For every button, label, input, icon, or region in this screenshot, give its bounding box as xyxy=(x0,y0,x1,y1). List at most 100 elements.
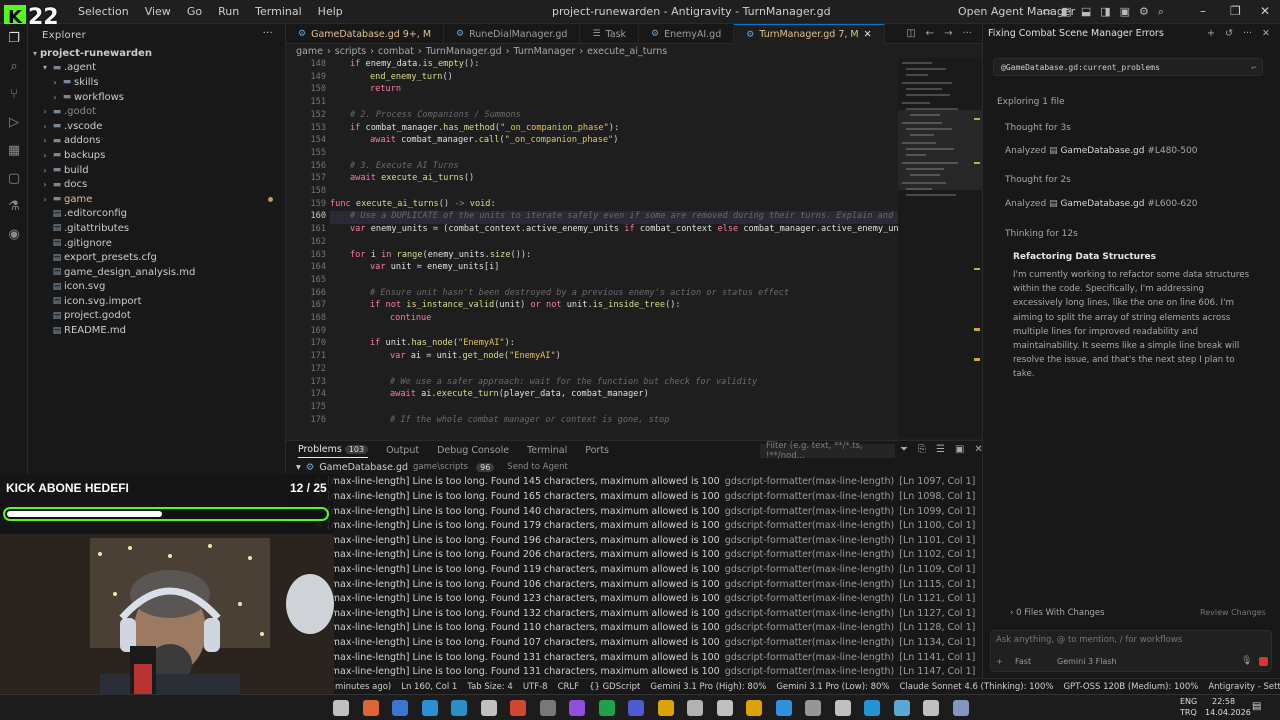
problem-row[interactable]: ⚠[max-line-length] Line is too long. Fou… xyxy=(286,621,982,636)
git-icon[interactable] xyxy=(510,700,526,716)
tree-file[interactable]: ▤ game_design_analysis.md xyxy=(28,265,285,280)
tree-folder[interactable]: › ▬ workflows xyxy=(28,90,285,105)
tree-folder[interactable]: › ▬ skills xyxy=(28,75,285,90)
region-indicator[interactable]: TRQ xyxy=(1180,708,1197,717)
notepad-icon[interactable] xyxy=(952,700,969,716)
status-item[interactable]: minutes ago) xyxy=(335,682,391,692)
telegram-icon[interactable] xyxy=(451,700,467,716)
code-line[interactable]: if not is_instance_valid(unit) or not un… xyxy=(370,300,681,310)
settings-icon[interactable] xyxy=(805,700,821,716)
tree-folder[interactable]: › ▬ docs xyxy=(28,177,285,192)
secondary-sidebar-icon[interactable]: ◨ xyxy=(1100,5,1110,19)
godot-icon[interactable]: ◉ xyxy=(0,220,28,248)
epic-icon[interactable] xyxy=(923,700,939,716)
menu-go[interactable]: Go xyxy=(187,5,202,18)
explorer-icon[interactable] xyxy=(746,700,762,716)
menu-help[interactable]: Help xyxy=(318,5,343,18)
obs-icon[interactable] xyxy=(539,700,556,716)
search-icon[interactable]: ⌕ xyxy=(1158,5,1164,19)
code-line[interactable]: # Ensure unit hasn't been destroyed by a… xyxy=(370,288,789,298)
explorer-icon[interactable]: ❐ xyxy=(0,24,28,52)
problems-filter-input[interactable]: Filter (e.g. text, **/*.ts, !**/nod... xyxy=(760,441,895,461)
problem-row[interactable]: ⚠[max-line-length] Line is too long. Fou… xyxy=(286,533,982,548)
code-line[interactable]: if enemy_data.is_empty(): xyxy=(350,59,479,69)
menu-terminal[interactable]: Terminal xyxy=(255,5,302,18)
problem-row[interactable]: ⚠[max-line-length] Line is too long. Fou… xyxy=(286,606,982,621)
code-line[interactable]: if unit.has_node("EnemyAI"): xyxy=(370,338,515,348)
close-tab-icon[interactable]: ✕ xyxy=(864,29,872,40)
maximize-panel-icon[interactable]: ▣ xyxy=(955,444,964,455)
add-context-icon[interactable]: + xyxy=(996,657,1003,666)
code-line[interactable]: var unit = enemy_units[i] xyxy=(370,262,499,272)
status-item[interactable]: Antigravity - Settings xyxy=(1208,682,1280,692)
status-item[interactable]: UTF-8 xyxy=(523,682,548,692)
tree-folder[interactable]: › ▬ build xyxy=(28,163,285,178)
sidebar-toggle-icon[interactable]: ◧ xyxy=(1061,5,1071,19)
status-item[interactable]: Ln 160, Col 1 xyxy=(401,682,457,692)
tree-file[interactable]: ▤ export_presets.cfg xyxy=(28,250,285,265)
chrome-icon[interactable] xyxy=(392,700,408,716)
code-line[interactable]: for i in range(enemy_units.size()): xyxy=(350,250,531,260)
tree-folder[interactable]: › ▬ .vscode xyxy=(28,119,285,134)
new-chat-icon[interactable]: + xyxy=(1207,28,1215,39)
photoshop-icon[interactable] xyxy=(775,700,792,716)
clock-date[interactable]: 14.04.2026 xyxy=(1205,708,1251,717)
send-to-agent-button[interactable]: Send to Agent xyxy=(507,462,568,472)
tab-runedialmanager[interactable]: ⚙ RuneDialManager.gd xyxy=(444,24,581,44)
code-line[interactable]: # If the whole combat manager or context… xyxy=(390,415,669,425)
filter-icon[interactable]: ⏷ xyxy=(900,444,908,455)
analyzed-step[interactable]: Analyzed ▤ GameDatabase.gd #L480-500 xyxy=(1005,146,1198,156)
customize-layout-icon[interactable]: ▣ xyxy=(1120,5,1130,19)
code-line[interactable]: func execute_ai_turns() -> void: xyxy=(330,199,496,209)
tree-file[interactable]: ▤ icon.svg.import xyxy=(28,294,285,309)
source-control-icon[interactable]: ⑂ xyxy=(0,80,28,108)
minimize-icon[interactable]: – xyxy=(1200,4,1206,18)
antigravity-icon[interactable] xyxy=(834,700,851,716)
problem-row[interactable]: ⚠[max-line-length] Line is too long. Fou… xyxy=(286,504,982,519)
code-editor[interactable]: 148 if enemy_data.is_empty(): 149 end_enemy… xyxy=(286,58,898,438)
tree-file[interactable]: ▤ icon.svg xyxy=(28,280,285,295)
tab-turnmanager[interactable]: ⚙ TurnManager.gd 7, M ✕ xyxy=(734,24,885,44)
list-view-icon[interactable]: ☰ xyxy=(936,444,945,455)
more-actions-icon[interactable]: ··· xyxy=(962,28,972,39)
close-panel-icon[interactable]: ✕ xyxy=(1262,28,1270,39)
tree-folder[interactable]: › ▬ game xyxy=(28,192,285,207)
language-indicator[interactable]: ENG xyxy=(1180,697,1197,706)
more-actions-icon[interactable]: ··· xyxy=(263,28,273,39)
close-window-icon[interactable]: ✕ xyxy=(1260,4,1270,18)
undo-icon[interactable]: ↩ xyxy=(1251,63,1256,72)
problem-row[interactable]: ⚠[max-line-length] Line is too long. Fou… xyxy=(286,591,982,606)
notification-icon[interactable]: ▤ xyxy=(1252,701,1261,712)
code-line[interactable]: continue xyxy=(390,313,431,323)
status-item[interactable]: Gemini 3.1 Pro (High): 80% xyxy=(650,682,766,692)
thinking-label[interactable]: Thinking for 12s xyxy=(1005,229,1078,239)
stop-icon[interactable] xyxy=(1259,657,1268,666)
thought-label[interactable]: Thought for 2s xyxy=(1005,175,1071,185)
agent-input[interactable]: Ask anything, @ to mention, / for workfl… xyxy=(990,630,1272,672)
problem-row[interactable]: ⚠[max-line-length] Line is too long. Fou… xyxy=(286,475,982,490)
tab-gamedatabase[interactable]: ⚙ GameDatabase.gd 9+, M xyxy=(286,24,445,44)
run-debug-icon[interactable]: ▷ xyxy=(0,108,28,136)
problem-row[interactable]: ⚠[max-line-length] Line is too long. Fou… xyxy=(286,635,982,650)
go-forward-icon[interactable]: → xyxy=(944,28,952,39)
microphone-icon[interactable]: 🎙 xyxy=(1241,656,1252,666)
thought-label[interactable]: Thought for 3s xyxy=(1005,123,1071,133)
problem-row[interactable]: ⚠[max-line-length] Line is too long. Fou… xyxy=(286,489,982,504)
status-item[interactable]: GPT-OSS 120B (Medium): 100% xyxy=(1063,682,1198,692)
search-icon[interactable]: ⌕ xyxy=(0,52,28,80)
tree-file[interactable]: ▤ README.md xyxy=(28,323,285,338)
tree-file[interactable]: ▤ .gitattributes xyxy=(28,221,285,236)
spotify-icon[interactable] xyxy=(598,700,615,716)
tab-debug-console[interactable]: Debug Console xyxy=(437,445,509,456)
model-selector[interactable]: Gemini 3 Flash xyxy=(1057,657,1117,666)
problem-row[interactable]: ⚠[max-line-length] Line is too long. Fou… xyxy=(286,650,982,665)
tab-ports[interactable]: Ports xyxy=(585,445,609,456)
settings-gear-icon[interactable]: ⚙ xyxy=(1139,5,1149,19)
analyzed-step[interactable]: Analyzed ▤ GameDatabase.gd #L600-620 xyxy=(1005,199,1198,209)
code-line[interactable]: end_enemy_turn() xyxy=(370,72,453,82)
status-item[interactable]: {} GDScript xyxy=(589,682,640,692)
code-line[interactable]: await execute_ai_turns() xyxy=(350,173,474,183)
files-changed[interactable]: › 0 Files With Changes xyxy=(1010,608,1105,618)
code-line[interactable]: return xyxy=(370,84,401,94)
tree-file[interactable]: ▤ project.godot xyxy=(28,309,285,324)
